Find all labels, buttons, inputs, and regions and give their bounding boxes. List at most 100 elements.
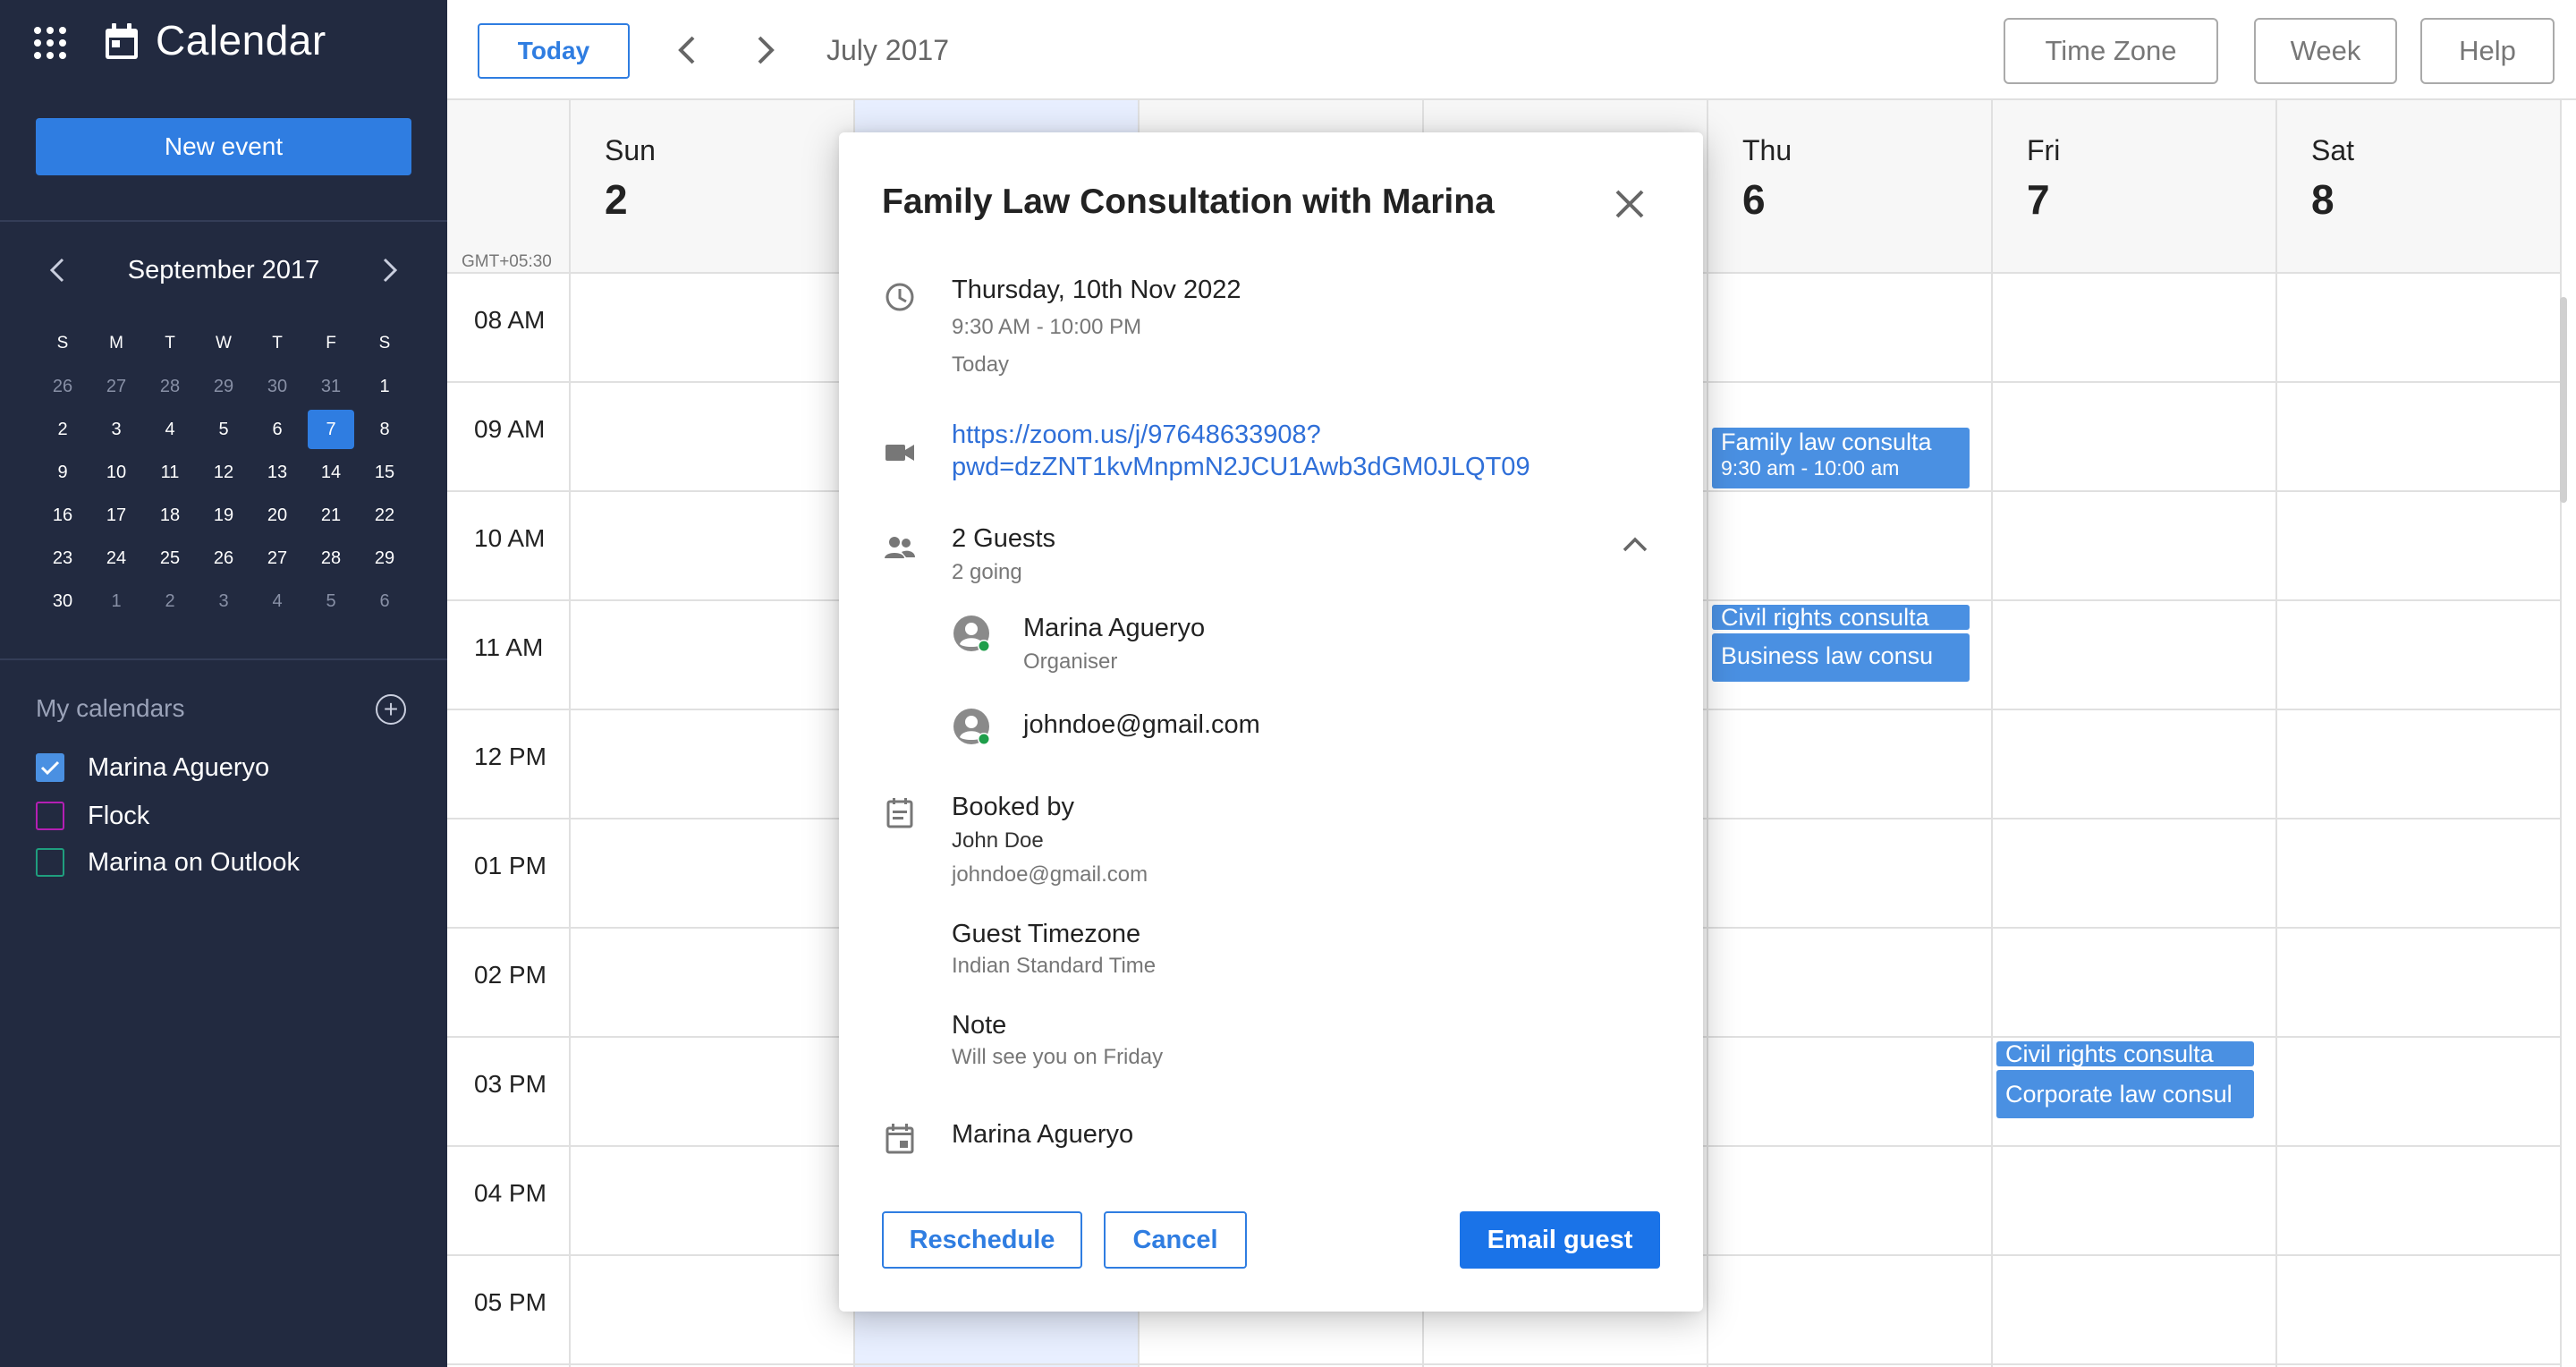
event-date: Thursday, 10th Nov 2022 [952,276,1241,304]
mini-day[interactable]: 4 [143,410,197,449]
mini-day[interactable]: 29 [197,367,250,406]
event-civil-rights-fri[interactable]: Civil rights consulta [1996,1041,2254,1066]
event-corporate-law[interactable]: Corporate law consul [1996,1070,2254,1118]
event-title: Corporate law consul [2005,1081,2233,1108]
mini-day[interactable]: 9 [36,453,89,492]
mini-day[interactable]: 27 [89,367,143,406]
toolbar: Today July 2017 Time Zone Week Help [447,0,2576,100]
calendar-list-item[interactable]: Marina Agueryo [36,750,269,785]
event-title: Family law consulta [1721,429,1932,455]
calendar-list-item[interactable]: Marina on Outlook [36,845,300,880]
meeting-link-line-1[interactable]: https://zoom.us/j/97648633908? [952,419,1530,451]
day-header-thu[interactable]: Thu 6 [1708,100,1993,274]
timezone-label: GMT+05:30 [462,252,552,271]
event-relative-day: Today [952,352,1010,377]
mini-week-row: 26 27 28 29 30 31 1 [36,365,411,408]
email-guest-button[interactable]: Email guest [1460,1211,1660,1269]
mini-day[interactable]: 2 [36,410,89,449]
day-header-fri[interactable]: Fri 7 [1993,100,2277,274]
mini-day[interactable]: 2 [143,582,197,621]
calendar-owner-name: Marina Agueryo [952,1120,1134,1149]
event-civil-rights-thu[interactable]: Civil rights consulta [1712,605,1970,630]
mini-day[interactable]: 26 [197,539,250,578]
mini-week-row: 16 17 18 19 20 21 22 [36,494,411,537]
today-button[interactable]: Today [478,23,630,79]
add-calendar-icon[interactable]: + [376,694,406,725]
mini-day[interactable]: 8 [358,410,411,449]
guests-status: 2 going [952,560,1022,584]
mini-day[interactable]: 1 [89,582,143,621]
calendar-checkbox[interactable] [36,802,64,830]
mini-day[interactable]: 3 [197,582,250,621]
mini-day[interactable]: 23 [36,539,89,578]
guests-count: 2 Guests [952,524,1056,553]
mini-day[interactable]: 15 [358,453,411,492]
booked-by-email: johndoe@gmail.com [952,862,1148,887]
calendar-checkbox[interactable] [36,848,64,877]
mini-day[interactable]: 30 [36,582,89,621]
mini-day[interactable]: 19 [197,496,250,535]
cancel-button[interactable]: Cancel [1104,1211,1247,1269]
mini-day[interactable]: 5 [197,410,250,449]
help-button[interactable]: Help [2420,18,2555,84]
mini-day[interactable]: 16 [36,496,89,535]
mini-day-selected[interactable]: 7 [308,410,354,449]
mini-day[interactable]: 24 [89,539,143,578]
event-title: Civil rights consulta [1721,605,1929,630]
close-icon[interactable] [1610,184,1649,224]
mini-day[interactable]: 17 [89,496,143,535]
mini-day[interactable]: 26 [36,367,89,406]
mini-day[interactable]: 11 [143,453,197,492]
apps-grid-icon[interactable] [34,27,66,59]
prev-week-icon[interactable] [671,34,703,66]
week-view-button[interactable]: Week [2254,18,2397,84]
mini-day[interactable]: 27 [250,539,304,578]
mini-day[interactable]: 6 [358,582,411,621]
mini-day[interactable]: 13 [250,453,304,492]
day-number: 2 [605,176,628,223]
mini-day[interactable]: 25 [143,539,197,578]
reschedule-button[interactable]: Reschedule [882,1211,1082,1269]
mini-day[interactable]: 20 [250,496,304,535]
day-header-sun[interactable]: Sun 2 [571,100,855,274]
mini-day[interactable]: 6 [250,410,304,449]
guest-name: johndoe@gmail.com [1023,710,1260,739]
meeting-link-line-2[interactable]: pwd=dzZNT1kvMnpmN2JCU1Awb3dGM0JLQT09 [952,451,1530,483]
hour-label: 12 PM [474,743,547,770]
day-name: Sun [605,134,656,166]
day-header-sat[interactable]: Sat 8 [2277,100,2562,274]
calendar-list-item[interactable]: Flock [36,798,149,834]
day-number: 7 [2027,176,2050,223]
mini-weekday-label: T [272,334,283,352]
grid-scrollbar[interactable] [2560,297,2567,503]
time-zone-button[interactable]: Time Zone [2004,18,2218,84]
mini-day[interactable]: 29 [358,539,411,578]
mini-day[interactable]: 1 [358,367,411,406]
mini-day[interactable]: 31 [304,367,358,406]
mini-day[interactable]: 30 [250,367,304,406]
mini-day[interactable]: 22 [358,496,411,535]
meeting-link[interactable]: https://zoom.us/j/97648633908? pwd=dzZNT… [952,419,1530,483]
hour-label: 11 AM [474,633,544,661]
mini-day[interactable]: 28 [304,539,358,578]
next-week-icon[interactable] [750,34,782,66]
mini-day[interactable]: 4 [250,582,304,621]
mini-day[interactable]: 21 [304,496,358,535]
event-time: 9:30 am - 10:00 am [1721,456,1900,480]
column-divider [1707,100,1708,1367]
sidebar-header: Calendar [0,0,447,86]
collapse-guests-chevron-up-icon[interactable] [1621,533,1649,555]
mini-day[interactable]: 12 [197,453,250,492]
mini-day[interactable]: 14 [304,453,358,492]
event-family-law[interactable]: Family law consulta 9:30 am - 10:00 am [1712,428,1970,488]
calendar-checkbox[interactable] [36,753,64,782]
event-business-law[interactable]: Business law consu [1712,633,1970,682]
mini-day[interactable]: 18 [143,496,197,535]
mini-day[interactable]: 5 [304,582,358,621]
mini-week-row: 9 10 11 12 13 14 15 [36,451,411,494]
mini-next-month-icon[interactable] [374,254,406,286]
mini-day[interactable]: 10 [89,453,143,492]
mini-day[interactable]: 28 [143,367,197,406]
mini-day[interactable]: 3 [89,410,143,449]
new-event-button[interactable]: New event [36,118,411,175]
